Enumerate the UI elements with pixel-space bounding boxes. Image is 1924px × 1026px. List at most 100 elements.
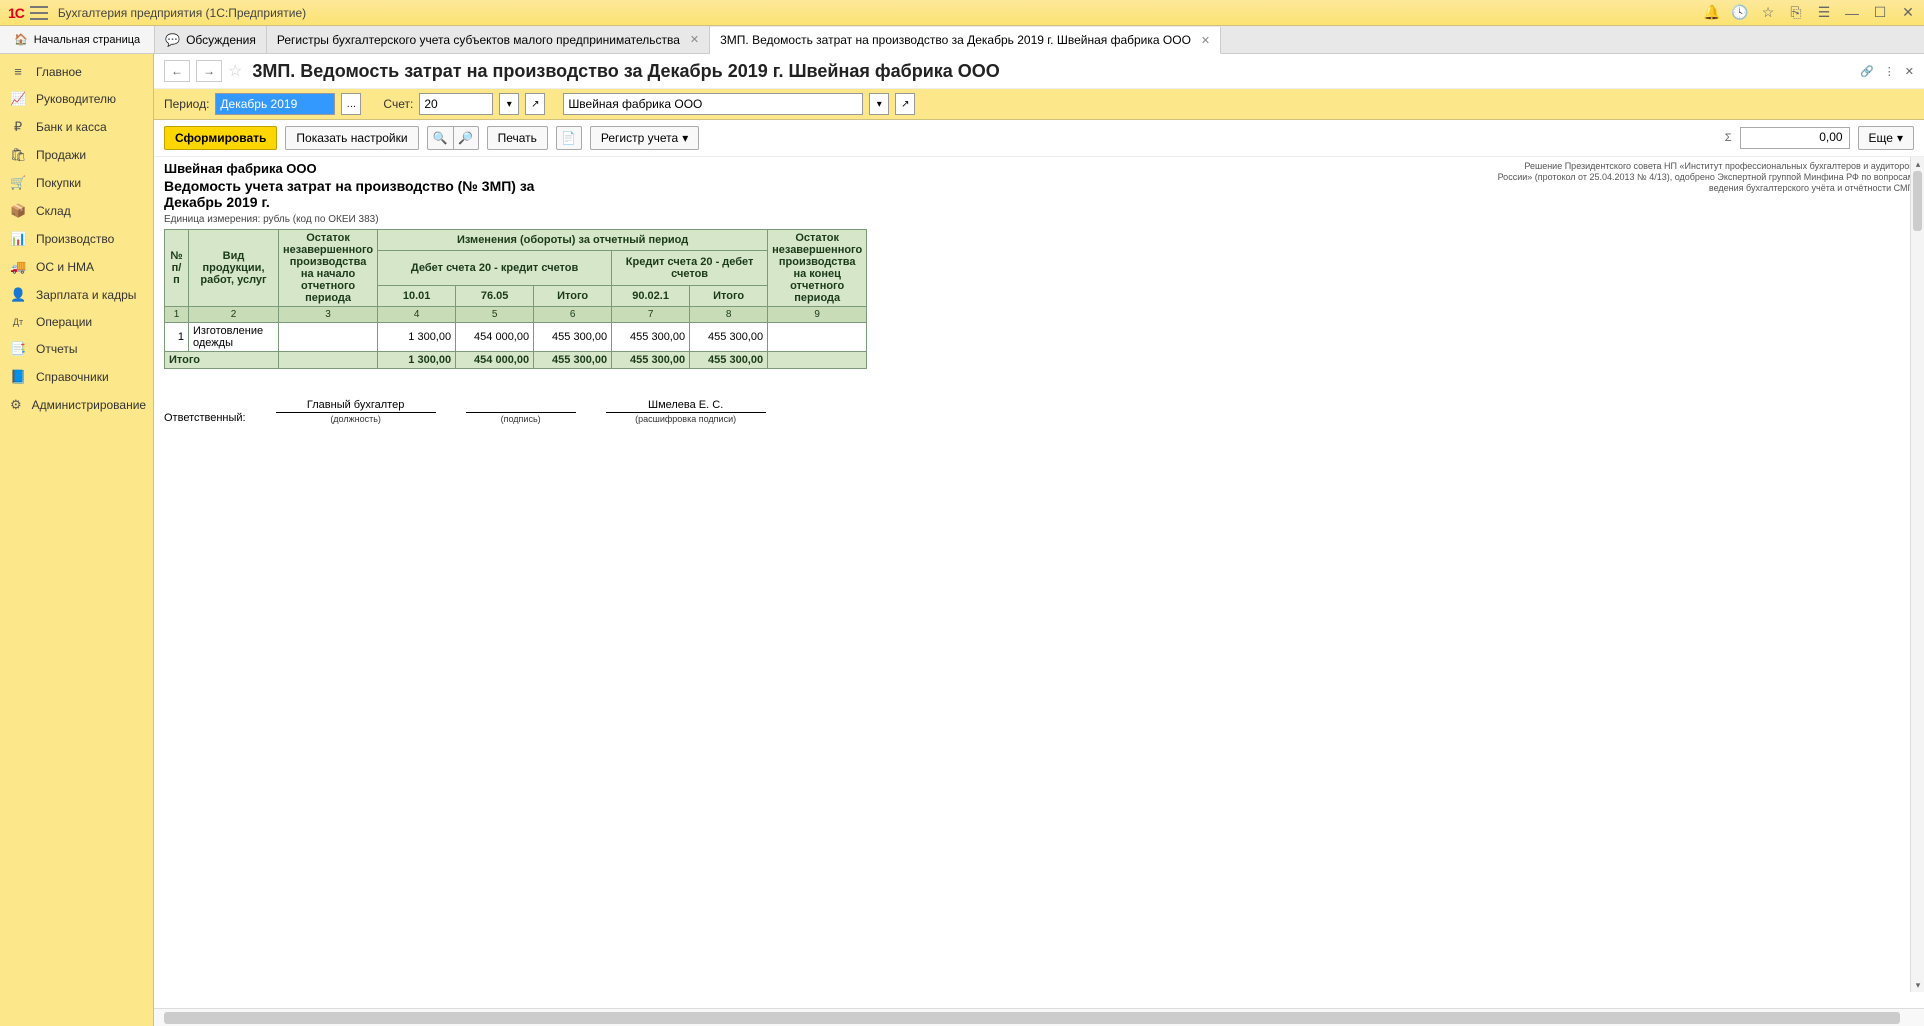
period-picker-button[interactable]: … — [341, 93, 361, 115]
scroll-thumb[interactable] — [1913, 171, 1922, 231]
find-next-button[interactable]: 🔎 — [453, 126, 479, 150]
sidebar-item-label: Администрирование — [32, 398, 146, 412]
nav-back-button[interactable]: ← — [164, 60, 190, 82]
cell — [768, 323, 867, 352]
sidebar-item-label: Справочники — [36, 370, 109, 384]
period-input[interactable] — [215, 93, 335, 115]
sidebar-item-bank[interactable]: ₽Банк и касса — [0, 113, 153, 141]
sidebar-item-production[interactable]: 📊Производство — [0, 225, 153, 253]
print-button[interactable]: Печать — [487, 126, 548, 150]
account-dropdown-button[interactable]: ▾ — [499, 93, 519, 115]
th-c4: 90.02.1 — [612, 286, 690, 307]
menu-lines-icon[interactable]: ☰ — [1816, 5, 1832, 21]
th-changes: Изменения (обороты) за отчетный период — [378, 230, 768, 251]
cell: Изготовление одежды — [189, 323, 279, 352]
signature-value — [466, 399, 576, 412]
tab-registers[interactable]: Регистры бухгалтерского учета субъектов … — [267, 26, 710, 53]
account-open-button[interactable]: ↗ — [525, 93, 545, 115]
colnum: 9 — [768, 307, 867, 323]
minimize-icon[interactable]: — — [1844, 5, 1860, 21]
preview-button[interactable]: 📄 — [556, 126, 582, 150]
close-icon[interactable]: ✕ — [1201, 34, 1210, 47]
page-title: 3МП. Ведомость затрат на производство за… — [252, 61, 999, 82]
register-button[interactable]: Регистр учета▾ — [590, 126, 699, 150]
more-label: Еще — [1869, 131, 1893, 145]
generate-button[interactable]: Сформировать — [164, 126, 277, 150]
sidebar-item-label: Зарплата и кадры — [36, 288, 136, 302]
scroll-down-icon[interactable]: ▾ — [1911, 978, 1924, 992]
sidebar-item-assets[interactable]: 🚚ОС и НМА — [0, 253, 153, 281]
colnum: 7 — [612, 307, 690, 323]
sidebar-item-warehouse[interactable]: 📦Склад — [0, 197, 153, 225]
more-button[interactable]: Еще▾ — [1858, 126, 1914, 150]
nav-forward-button[interactable]: → — [196, 60, 222, 82]
cell — [279, 323, 378, 352]
cell: 455 300,00 — [612, 352, 690, 369]
tab-report-active[interactable]: 3МП. Ведомость затрат на производство за… — [710, 27, 1221, 54]
tab-home-label: Начальная страница — [34, 34, 140, 46]
main-menu-icon[interactable] — [30, 6, 48, 20]
scroll-up-icon[interactable]: ▴ — [1911, 157, 1924, 171]
sidebar-item-admin[interactable]: ⚙Администрирование — [0, 391, 153, 419]
account-label: Счет: — [383, 97, 413, 111]
colnum: 5 — [456, 307, 534, 323]
tab-discussions[interactable]: 💬 Обсуждения — [155, 26, 267, 53]
table-total-row: Итого 1 300,00 454 000,00 455 300,00 455… — [165, 352, 867, 369]
cell: 1 300,00 — [378, 323, 456, 352]
content-area: ← → ☆ 3МП. Ведомость затрат на производс… — [154, 54, 1924, 1026]
favorite-star-icon[interactable]: ☆ — [228, 61, 242, 81]
show-settings-button[interactable]: Показать настройки — [285, 126, 418, 150]
sidebar-item-main[interactable]: ≡Главное — [0, 58, 153, 85]
tabs-bar: 🏠 Начальная страница 💬 Обсуждения Регист… — [0, 26, 1924, 54]
th-credit: Кредит счета 20 - дебет счетов — [612, 250, 768, 285]
sidebar-item-payroll[interactable]: 👤 Зарплата и кадры — [0, 281, 153, 309]
link-icon[interactable]: 🔗 — [1860, 65, 1874, 78]
th-c5: Итого — [690, 286, 768, 307]
sidebar: ≡Главное 📈Руководителю ₽Банк и касса 🛍Пр… — [0, 54, 154, 1026]
sidebar-item-operations[interactable]: ДтОперации — [0, 309, 153, 335]
toolbar: Сформировать Показать настройки 🔍 🔎 Печа… — [154, 120, 1924, 157]
link-icon[interactable]: ⎘ — [1788, 5, 1804, 21]
chart-icon: 📈 — [10, 91, 26, 107]
table-row[interactable]: 1 Изготовление одежды 1 300,00 454 000,0… — [165, 323, 867, 352]
register-label: Регистр учета — [601, 131, 678, 145]
th-num: № п/п — [165, 230, 189, 307]
org-input[interactable] — [563, 93, 863, 115]
responsible-label: Ответственный: — [164, 412, 246, 424]
find-button[interactable]: 🔍 — [427, 126, 453, 150]
title-bar: 1C Бухгалтерия предприятия (1С:Предприят… — [0, 0, 1924, 26]
account-input[interactable] — [419, 93, 493, 115]
cell — [768, 352, 867, 369]
horizontal-scrollbar[interactable] — [164, 1012, 1900, 1024]
sidebar-item-catalogs[interactable]: 📘Справочники — [0, 363, 153, 391]
org-open-button[interactable]: ↗ — [895, 93, 915, 115]
close-window-icon[interactable]: ✕ — [1900, 5, 1916, 21]
th-prod: Вид продукции, работ, услуг — [189, 230, 279, 307]
name-label: (расшифровка подписи) — [606, 412, 766, 424]
history-icon[interactable]: 🕓 — [1732, 5, 1748, 21]
report-org: Швейная фабрика ООО — [164, 161, 564, 176]
sidebar-item-manager[interactable]: 📈Руководителю — [0, 85, 153, 113]
bell-icon[interactable]: 🔔 — [1704, 5, 1720, 21]
cell: 455 300,00 — [612, 323, 690, 352]
tab-home[interactable]: 🏠 Начальная страница — [0, 26, 155, 53]
close-icon[interactable]: ✕ — [690, 33, 699, 46]
cell: 1 — [165, 323, 189, 352]
maximize-icon[interactable]: ☐ — [1872, 5, 1888, 21]
close-icon[interactable]: ✕ — [1905, 65, 1914, 78]
org-dropdown-button[interactable]: ▾ — [869, 93, 889, 115]
sidebar-item-sales[interactable]: 🛍Продажи — [0, 141, 153, 169]
vertical-scrollbar[interactable]: ▴ ▾ — [1910, 157, 1924, 992]
sidebar-item-reports[interactable]: 📑Отчеты — [0, 335, 153, 363]
total-label: Итого — [165, 352, 279, 369]
star-icon[interactable]: ☆ — [1760, 5, 1776, 21]
kebab-icon[interactable]: ⋮ — [1884, 65, 1895, 78]
person-icon: 👤 — [10, 287, 26, 303]
menu-icon: ≡ — [10, 64, 26, 79]
chat-icon: 💬 — [165, 33, 180, 47]
sum-value: 0,00 — [1740, 127, 1850, 149]
name-value: Шмелева Е. С. — [606, 399, 766, 412]
app-logo: 1C — [8, 5, 24, 21]
colnum: 8 — [690, 307, 768, 323]
sidebar-item-purchases[interactable]: 🛒Покупки — [0, 169, 153, 197]
